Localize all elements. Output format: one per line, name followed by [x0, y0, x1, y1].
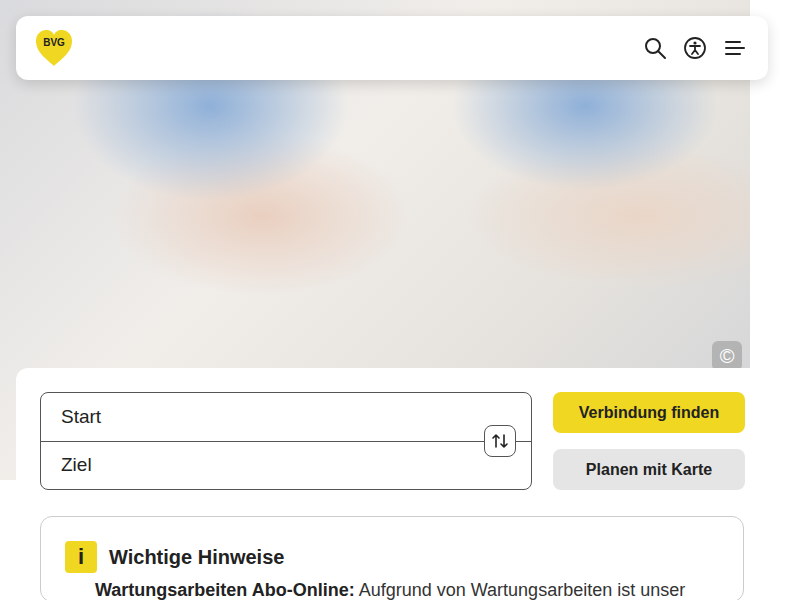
notice-title: Wichtige Hinweise: [109, 545, 284, 569]
header: BVG: [16, 16, 768, 80]
menu-icon[interactable]: [723, 36, 747, 60]
logo[interactable]: BVG: [34, 29, 74, 67]
route-fields: [40, 392, 532, 490]
notice-item-text: Aufgrund von Wartungsarbeiten ist unser: [359, 580, 686, 600]
start-input[interactable]: [41, 393, 531, 441]
map-planning-button[interactable]: Planen mit Karte: [553, 449, 745, 490]
notice-item-title[interactable]: Wartungsarbeiten Abo-Online:: [95, 580, 355, 600]
heart-icon: [34, 29, 74, 67]
planner-buttons: Verbindung finden Planen mit Karte: [553, 392, 745, 490]
page: © BVG: [0, 0, 800, 600]
copyright-button[interactable]: ©: [712, 341, 742, 371]
notice-box: i Wichtige Hinweise Wartungsarbeiten Abo…: [40, 516, 744, 600]
swap-icon: [491, 432, 509, 450]
destination-input[interactable]: [41, 441, 531, 489]
find-connection-button[interactable]: Verbindung finden: [553, 392, 745, 433]
search-icon[interactable]: [643, 36, 667, 60]
logo-text: BVG: [34, 38, 74, 48]
info-icon: i: [65, 541, 97, 573]
notice-item: Wartungsarbeiten Abo-Online: Aufgrund vo…: [95, 579, 719, 600]
accessibility-icon[interactable]: [683, 36, 707, 60]
notice-list: Wartungsarbeiten Abo-Online: Aufgrund vo…: [65, 579, 719, 600]
swap-button[interactable]: [484, 425, 516, 457]
journey-planner: Verbindung finden Planen mit Karte i Wich…: [16, 368, 768, 600]
